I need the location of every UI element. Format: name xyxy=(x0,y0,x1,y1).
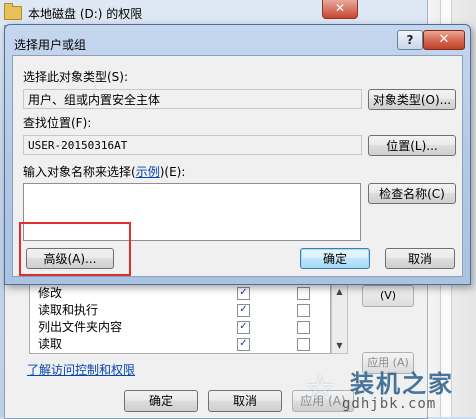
access-control-help-link[interactable]: 了解访问控制和权限 xyxy=(27,361,135,378)
permission-row: 读取 xyxy=(38,336,338,353)
deny-checkbox[interactable] xyxy=(297,321,310,334)
permission-name: 读取 xyxy=(38,337,63,351)
ok-button[interactable]: 确定 xyxy=(300,248,370,269)
allow-checkbox[interactable]: ✓ xyxy=(237,321,250,334)
allow-checkbox[interactable]: ✓ xyxy=(237,287,250,300)
permission-name: 列出文件夹内容 xyxy=(38,320,123,334)
close-button[interactable]: ✕ xyxy=(423,30,465,50)
location-field: USER-20150316AT xyxy=(23,135,362,155)
watermark-url: gdhjbk.com xyxy=(342,396,437,412)
permissions-window-title: 本地磁盘 (D:) 的权限 xyxy=(28,6,143,21)
help-button[interactable]: ? xyxy=(397,30,423,50)
scroll-down-icon[interactable]: ▼ xyxy=(332,339,347,353)
object-names-label-suffix: )(E): xyxy=(159,165,186,179)
permissions-edit-button[interactable]: (V) xyxy=(362,285,414,307)
check-names-button[interactable]: 检查名称(C) xyxy=(368,183,456,204)
star-logo-icon: ☆ xyxy=(304,368,337,409)
cancel-button[interactable]: 取消 xyxy=(385,248,455,269)
object-types-button[interactable]: 对象类型(O)... xyxy=(368,89,456,110)
permission-row: 修改 xyxy=(38,285,338,302)
permissions-cancel-button[interactable]: 取消 xyxy=(208,390,282,412)
location-label: 查找位置(F): xyxy=(23,116,92,130)
folder-icon xyxy=(4,3,22,20)
permission-name: 修改 xyxy=(38,286,63,300)
object-type-field: 用户、组或内置安全主体 xyxy=(23,89,362,109)
scroll-up-icon[interactable]: ▲ xyxy=(332,285,347,299)
highlight-box xyxy=(19,222,131,276)
allow-checkbox[interactable]: ✓ xyxy=(237,338,250,351)
allow-checkbox[interactable]: ✓ xyxy=(237,304,250,317)
object-names-label: 输入对象名称来选择(示例)(E): xyxy=(23,163,185,180)
object-names-label-prefix: 输入对象名称来选择( xyxy=(23,165,136,179)
watermark-title: 装机之家 xyxy=(350,369,454,398)
examples-link[interactable]: 示例 xyxy=(136,165,160,179)
permissions-scrollbar[interactable]: ▲ ▼ xyxy=(331,284,348,354)
permissions-list: 修改 读取和执行 列出文件夹内容 读取 ✓ ✓ ✓ ✓ xyxy=(29,284,331,354)
permissions-close-button[interactable]: ✕ xyxy=(322,0,358,19)
object-type-label: 选择此对象类型(S): xyxy=(23,70,129,84)
locations-button[interactable]: 位置(L)... xyxy=(368,135,456,156)
deny-checkbox[interactable] xyxy=(297,287,310,300)
permission-name: 读取和执行 xyxy=(38,303,99,317)
deny-checkbox[interactable] xyxy=(297,304,310,317)
permission-row: 读取和执行 xyxy=(38,302,338,319)
dialog-title: 选择用户或组 xyxy=(14,38,87,52)
deny-checkbox[interactable] xyxy=(297,338,310,351)
permissions-ok-button[interactable]: 确定 xyxy=(124,390,198,412)
site-watermark: ☆ 装机之家 gdhjbk.com xyxy=(300,362,476,417)
permissions-window-titlebar: 本地磁盘 (D:) 的权限 xyxy=(4,2,142,24)
permission-row: 列出文件夹内容 xyxy=(38,319,338,336)
